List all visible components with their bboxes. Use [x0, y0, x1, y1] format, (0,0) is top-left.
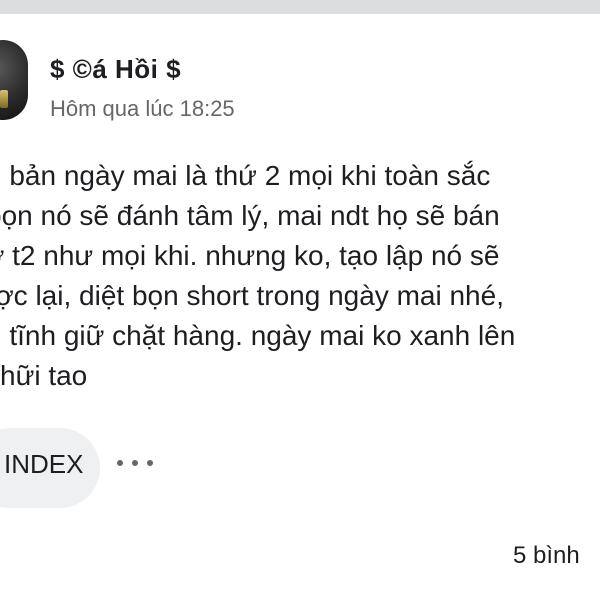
- post-text-line: ợ t2 như mọi khi. nhưng ko, tạo lập nó s…: [0, 240, 500, 271]
- more-options-button[interactable]: [117, 451, 153, 475]
- top-divider: [0, 0, 600, 14]
- author-avatar[interactable]: [0, 40, 28, 120]
- post-body: n bản ngày mai là thứ 2 mọi khi toàn sắc…: [0, 156, 600, 396]
- post-timestamp[interactable]: Hôm qua lúc 18:25: [50, 96, 235, 122]
- post-text-line: bọn nó sẽ đánh tâm lý, mai ndt họ sẽ bán: [0, 200, 500, 231]
- avatar-image-detail: [0, 90, 8, 108]
- more-horizontal-icon: [132, 460, 138, 466]
- post-text-line: n tĩnh giữ chặt hàng. ngày mai ko xanh l…: [0, 320, 516, 351]
- comments-count[interactable]: 5 bình: [513, 542, 580, 570]
- post-text-line: chữi tao: [0, 360, 88, 391]
- bottom-divider: [0, 584, 600, 600]
- post-card: $ ©á Hồi $ Hôm qua lúc 18:25 n bản ngày …: [0, 14, 600, 584]
- more-horizontal-icon: [147, 460, 153, 466]
- more-horizontal-icon: [117, 460, 123, 466]
- post-text-line: n bản ngày mai là thứ 2 mọi khi toàn sắc: [0, 160, 491, 191]
- hashtag-label[interactable]: INDEX: [4, 449, 83, 480]
- post-text-line: rợc lại, diệt bọn short trong ngày mai n…: [0, 280, 504, 311]
- author-name[interactable]: $ ©á Hồi $: [50, 54, 181, 85]
